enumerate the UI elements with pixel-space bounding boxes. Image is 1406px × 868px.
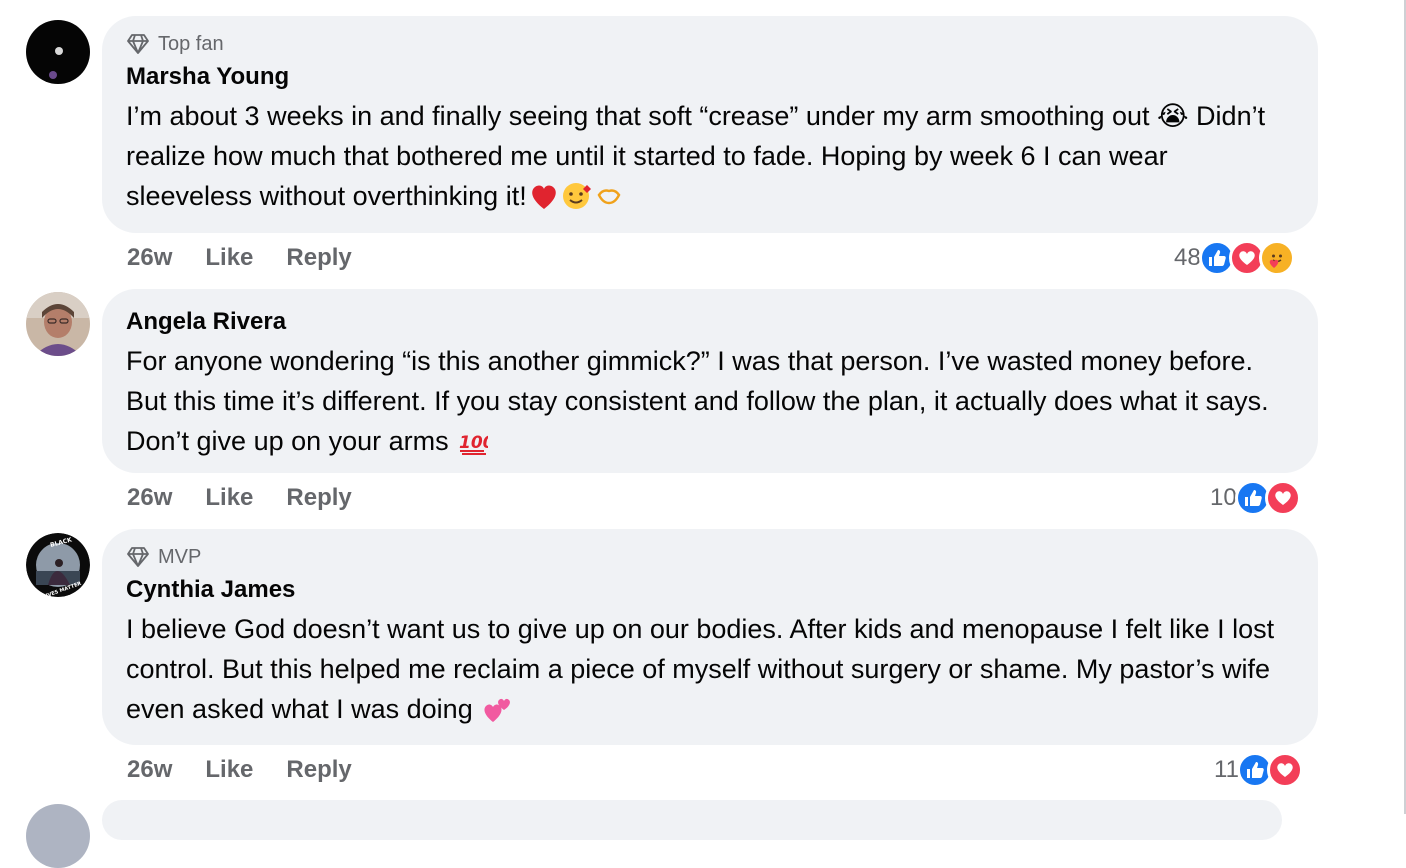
comment-bubble: Top fan Marsha Young I’m about 3 weeks i…	[102, 16, 1318, 233]
avatar[interactable]	[26, 292, 90, 356]
two-hearts-emoji-icon	[482, 695, 512, 735]
hundred-emoji-icon: 100	[458, 427, 495, 467]
comment-text: For anyone wondering “is this another gi…	[126, 341, 1294, 467]
comment-timestamp[interactable]: 26w	[127, 755, 172, 785]
heart-icon	[1266, 752, 1303, 788]
comment-actions: 26w Like Reply	[127, 483, 352, 513]
like-button[interactable]: Like	[205, 483, 253, 513]
like-button[interactable]: Like	[205, 755, 253, 785]
reply-button[interactable]: Reply	[286, 755, 351, 785]
comment-actions: 26w Like Reply	[127, 755, 352, 785]
comment-body: I’m about 3 weeks in and finally seeing …	[126, 101, 1266, 211]
top-fan-badge: Top fan	[126, 32, 1294, 56]
comment-author[interactable]: Angela Rivera	[126, 307, 1294, 337]
reaction-count: 11	[1214, 756, 1239, 783]
comment-text: I’m about 3 weeks in and finally seeing …	[126, 96, 1294, 222]
reaction-count: 10	[1210, 484, 1237, 511]
comment-author[interactable]: Cynthia James	[126, 575, 1294, 605]
comment-timestamp[interactable]: 26w	[127, 243, 172, 273]
reply-button[interactable]: Reply	[286, 243, 351, 273]
care-hug-icon	[1258, 240, 1295, 276]
badge-label: Top fan	[158, 32, 224, 55]
heart-icon	[1264, 480, 1301, 516]
reaction-summary[interactable]: 48	[1174, 240, 1295, 276]
comment-body: I believe God doesn’t want us to give up…	[126, 614, 1275, 724]
comment-bubble	[102, 800, 1282, 840]
comment-bubble: Angela Rivera For anyone wondering “is t…	[102, 289, 1318, 473]
comment-actions: 26w Like Reply	[127, 243, 352, 273]
diamond-icon	[126, 546, 150, 568]
comment-timestamp[interactable]: 26w	[127, 483, 172, 513]
like-button[interactable]: Like	[205, 243, 253, 273]
comment-bubble: MVP Cynthia James I believe God doesn’t …	[102, 529, 1318, 745]
avatar[interactable]: BLACK LIVES MATTER	[26, 533, 90, 597]
reaction-summary[interactable]: 10	[1210, 480, 1301, 516]
comment-author[interactable]: Marsha Young	[126, 62, 1294, 92]
badge-label: MVP	[158, 545, 202, 568]
reaction-count: 48	[1174, 244, 1201, 271]
comment-body: For anyone wondering “is this another gi…	[126, 346, 1269, 456]
reaction-summary[interactable]: 11	[1214, 752, 1303, 788]
comment-text: I believe God doesn’t want us to give up…	[126, 609, 1294, 735]
diamond-icon	[126, 33, 150, 55]
heart-hug-emoji-icon	[529, 181, 621, 222]
mvp-badge: MVP	[126, 545, 1294, 569]
reply-button[interactable]: Reply	[286, 483, 351, 513]
avatar[interactable]	[26, 20, 90, 84]
